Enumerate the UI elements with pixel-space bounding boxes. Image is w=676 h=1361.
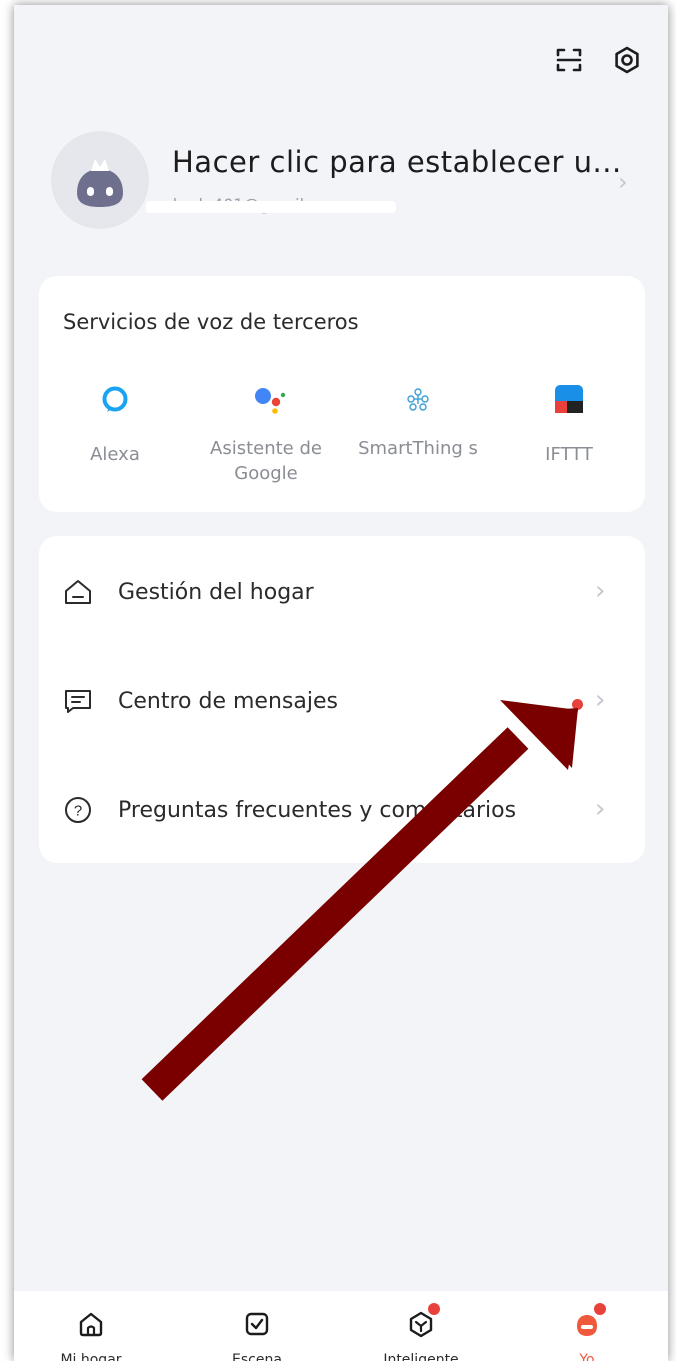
help-icon: ? xyxy=(62,794,94,826)
tab-label: Yo xyxy=(579,1352,595,1361)
smartthings-icon xyxy=(403,384,433,414)
menu-item-faq[interactable]: ? Preguntas frecuentes y comentarios › xyxy=(39,758,645,862)
smart-tab-icon xyxy=(406,1303,440,1339)
service-label: IFTTT xyxy=(545,444,593,465)
scan-icon[interactable] xyxy=(554,45,584,75)
notification-badge xyxy=(594,1303,606,1315)
profile-name[interactable]: Hacer clic para establecer u... xyxy=(172,145,622,179)
app-screen: Hacer clic para establecer u... chadn401… xyxy=(14,5,668,1361)
message-icon xyxy=(62,685,94,717)
scene-tab-icon xyxy=(242,1309,272,1339)
tab-label: Escena xyxy=(232,1352,282,1361)
menu-item-label: Centro de mensajes xyxy=(118,689,338,714)
home-icon xyxy=(62,576,94,608)
ifttt-icon xyxy=(554,384,584,414)
chevron-right-icon: › xyxy=(595,794,606,824)
tab-escena[interactable]: Escena xyxy=(197,1291,317,1361)
menu-item-label: Gestión del hogar xyxy=(118,580,314,605)
service-label: Alexa xyxy=(90,444,140,465)
service-ifttt[interactable]: IFTTT xyxy=(504,384,634,467)
voice-services-card: Servicios de voz de terceros Alexa Asist… xyxy=(39,276,645,512)
settings-icon[interactable] xyxy=(612,45,642,75)
avatar[interactable] xyxy=(51,131,149,229)
tab-yo[interactable]: Yo xyxy=(527,1291,647,1361)
service-label: SmartThing s xyxy=(358,438,478,459)
home-tab-icon xyxy=(76,1309,106,1339)
notification-badge xyxy=(428,1303,440,1315)
unread-dot xyxy=(572,699,583,710)
tab-mi-hogar[interactable]: Mi hogar xyxy=(31,1291,151,1361)
profile-tab-icon xyxy=(572,1303,606,1339)
page-frame: Hacer clic para establecer u... chadn401… xyxy=(0,0,676,1361)
menu-item-label: Preguntas frecuentes y comentarios xyxy=(118,798,517,823)
tab-inteligente[interactable]: Inteligente xyxy=(361,1291,481,1361)
chevron-right-icon: › xyxy=(595,685,606,715)
menu-item-home-management[interactable]: Gestión del hogar › xyxy=(39,540,645,644)
tab-label: Mi hogar xyxy=(60,1352,122,1361)
email-redaction xyxy=(146,201,396,213)
menu-item-message-center[interactable]: Centro de mensajes › xyxy=(39,649,645,753)
service-google-assistant[interactable]: Asistente de Google xyxy=(201,384,331,486)
menu-card: Gestión del hogar › Centro de mensajes › xyxy=(39,536,645,863)
bottom-tab-bar: Mi hogar Escena Inteligente Yo xyxy=(14,1291,668,1361)
service-alexa[interactable]: Alexa xyxy=(50,384,180,467)
svg-text:?: ? xyxy=(74,803,82,820)
chevron-right-icon: › xyxy=(595,576,606,606)
chevron-right-icon[interactable]: › xyxy=(618,168,628,196)
tab-label: Inteligente xyxy=(383,1352,459,1361)
alexa-icon xyxy=(100,384,130,414)
service-smartthings[interactable]: SmartThing s xyxy=(353,384,483,461)
voice-services-title: Servicios de voz de terceros xyxy=(63,310,359,334)
service-label: Asistente de Google xyxy=(210,438,322,484)
google-assistant-icon xyxy=(251,384,286,414)
